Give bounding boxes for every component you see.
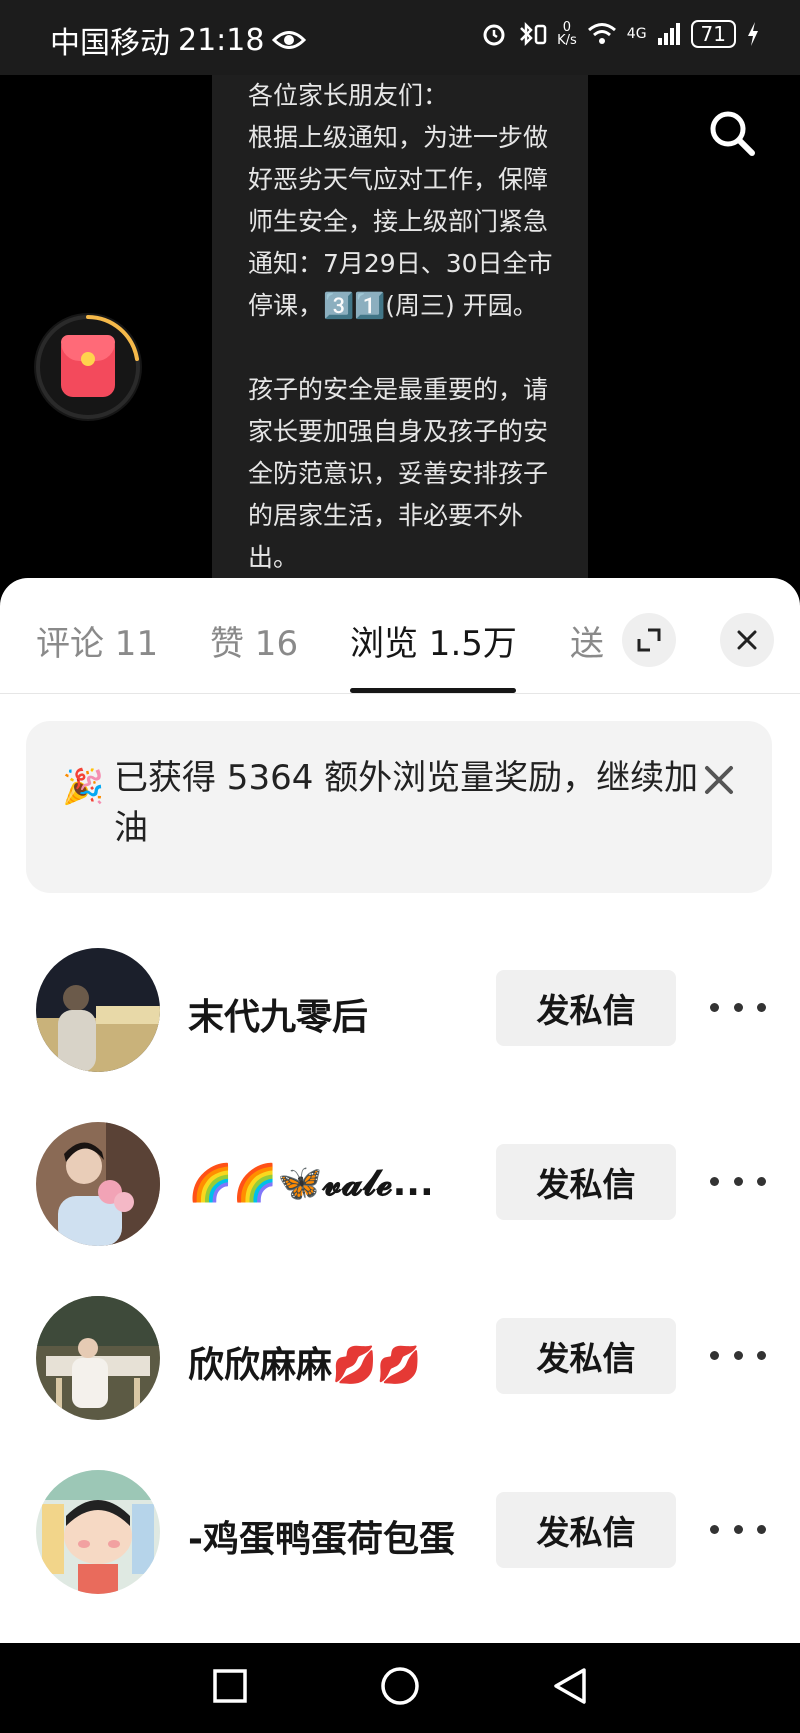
avatar[interactable] <box>36 1122 160 1246</box>
tab-bar: 评论 11 赞 16 浏览 1.5万 送 <box>0 578 800 694</box>
more-icon <box>710 1002 719 1012</box>
viewer-row[interactable]: 🌈🌈🦋𝓿𝓪𝓵𝓮... 发私信 <box>0 1122 800 1252</box>
viewer-row[interactable]: -鸡蛋鸭蛋荷包蛋 发私信 <box>0 1470 800 1600</box>
status-right: 0 K/s 4G 71 <box>481 20 760 48</box>
expand-button[interactable] <box>622 613 676 667</box>
close-icon <box>737 630 757 650</box>
send-message-button[interactable]: 发私信 <box>496 1492 676 1568</box>
wifi-icon <box>587 23 616 44</box>
signal-icon <box>657 23 680 45</box>
more-options-button[interactable] <box>710 1512 766 1546</box>
avatar[interactable] <box>36 1296 160 1420</box>
recents-icon[interactable] <box>210 1666 250 1706</box>
viewer-name[interactable]: 末代九零后 <box>188 988 474 1040</box>
back-icon[interactable] <box>550 1666 590 1706</box>
post-media[interactable]: 各位家长朋友们： 根据上级通知，为进一步做好恶劣天气应对工作，保障师生安全，接上… <box>0 75 800 595</box>
net-speed: 0 K/s <box>557 21 577 47</box>
avatar[interactable] <box>36 948 160 1072</box>
viewers-sheet: 评论 11 赞 16 浏览 1.5万 送 🎉 已获得 5364 额外浏览量奖励，… <box>0 578 800 1643</box>
alarm-icon <box>483 24 505 46</box>
status-left: 中国移动 21:18 <box>50 18 307 62</box>
more-icon <box>710 1524 719 1534</box>
system-nav-bar <box>0 1643 800 1733</box>
viewer-name[interactable]: 欣欣麻麻💋💋 <box>188 1336 474 1388</box>
expand-icon <box>637 628 661 652</box>
more-options-button[interactable] <box>710 1164 766 1198</box>
send-message-button[interactable]: 发私信 <box>496 970 676 1046</box>
eye-icon <box>272 31 307 49</box>
viewer-name[interactable]: 🌈🌈🦋𝓿𝓪𝓵𝓮... <box>188 1162 474 1205</box>
more-icon <box>710 1350 719 1360</box>
home-icon[interactable] <box>378 1666 422 1710</box>
send-message-button[interactable]: 发私信 <box>496 1144 676 1220</box>
network-type: 4G <box>626 26 647 42</box>
reward-banner: 🎉 已获得 5364 额外浏览量奖励，继续加油 <box>26 721 772 893</box>
more-icon <box>710 1176 719 1186</box>
tab-underline <box>350 688 516 693</box>
notice-text: 各位家长朋友们： 根据上级通知，为进一步做好恶劣天气应对工作，保障师生安全，接上… <box>248 81 553 572</box>
viewer-name[interactable]: -鸡蛋鸭蛋荷包蛋 <box>188 1510 474 1562</box>
viewer-row[interactable]: 欣欣麻麻💋💋 发私信 <box>0 1296 800 1426</box>
reward-text: 已获得 5364 额外浏览量奖励，继续加油 <box>114 758 699 848</box>
red-packet-button[interactable] <box>34 313 142 421</box>
close-button[interactable] <box>720 613 774 667</box>
avatar[interactable] <box>36 1470 160 1594</box>
party-popper-icon: 🎉 <box>62 767 105 807</box>
red-packet-icon <box>61 335 115 397</box>
more-options-button[interactable] <box>710 1338 766 1372</box>
send-message-button[interactable]: 发私信 <box>496 1318 676 1394</box>
tab-comments[interactable]: 评论 11 <box>36 616 158 665</box>
tab-views[interactable]: 浏览 1.5万 <box>350 616 517 665</box>
search-icon[interactable] <box>704 105 760 161</box>
notice-card: 各位家长朋友们： 根据上级通知，为进一步做好恶劣天气应对工作，保障师生安全，接上… <box>212 75 588 595</box>
clock: 21:18 <box>178 22 265 58</box>
net-speed-unit: K/s <box>557 33 577 48</box>
bluetooth-icon <box>520 21 547 47</box>
tab-likes[interactable]: 赞 16 <box>210 616 298 665</box>
close-icon[interactable] <box>702 763 736 797</box>
charging-icon <box>748 22 758 46</box>
viewer-row[interactable]: 末代九零后 发私信 <box>0 948 800 1078</box>
carrier-label: 中国移动 <box>50 26 170 61</box>
battery-indicator: 71 <box>690 20 736 48</box>
tab-gifts[interactable]: 送 <box>570 616 604 665</box>
more-options-button[interactable] <box>710 990 766 1024</box>
status-bar: 中国移动 21:18 0 K/s 4G 71 <box>0 0 800 75</box>
